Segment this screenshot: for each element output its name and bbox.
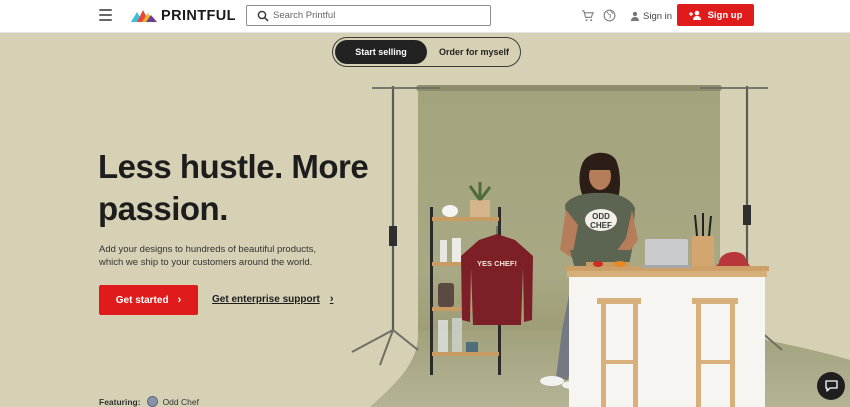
- tshirt-text-line1: ODD: [592, 212, 610, 221]
- chat-button[interactable]: [817, 372, 845, 400]
- add-user-icon: [688, 10, 701, 20]
- search-input[interactable]: [273, 8, 483, 23]
- search-icon: [257, 10, 269, 22]
- hero-subtext: Add your designs to hundreds of beautifu…: [99, 244, 317, 268]
- get-started-button[interactable]: Get started ›: [99, 285, 198, 315]
- toggle-start-selling[interactable]: Start selling: [335, 40, 427, 64]
- sweatshirt-text: YES CHEF!: [477, 259, 517, 268]
- logo-text: PRINTFUL: [161, 8, 236, 24]
- sign-up-label: Sign up: [707, 9, 743, 21]
- chevron-right-icon: ›: [177, 294, 182, 306]
- hero-headline: Less hustle. More passion.: [98, 148, 369, 227]
- enterprise-support-link[interactable]: Get enterprise support ›: [212, 293, 333, 305]
- logo-mark-icon: [131, 10, 157, 22]
- odd-chef-logo-icon: [146, 396, 158, 407]
- cart-icon[interactable]: [581, 9, 594, 22]
- globe-icon[interactable]: [603, 9, 616, 22]
- toggle-order-for-myself[interactable]: Order for myself: [429, 40, 519, 64]
- get-started-label: Get started: [115, 294, 169, 306]
- featuring-brand[interactable]: Odd Chef: [163, 397, 199, 407]
- sign-up-button[interactable]: Sign up: [677, 4, 754, 26]
- tshirt-text-line2: CHEF: [590, 221, 612, 230]
- menu-icon[interactable]: [99, 9, 112, 21]
- sign-in-label: Sign in: [643, 10, 673, 22]
- printful-logo[interactable]: PRINTFUL: [131, 8, 236, 24]
- featuring-row: Featuring: Odd Chef: [99, 396, 199, 407]
- search-bar[interactable]: [246, 5, 491, 26]
- enterprise-support-label: Get enterprise support: [212, 293, 320, 305]
- site-header: PRINTFUL Sign in Sign up: [0, 0, 850, 33]
- audience-toggle: Start selling Order for myself: [332, 37, 521, 67]
- chat-icon: [824, 380, 838, 392]
- user-icon: [631, 11, 639, 21]
- sign-in-link[interactable]: Sign in: [630, 9, 672, 23]
- featuring-label: Featuring:: [99, 396, 141, 407]
- chevron-right-icon: ›: [329, 293, 334, 305]
